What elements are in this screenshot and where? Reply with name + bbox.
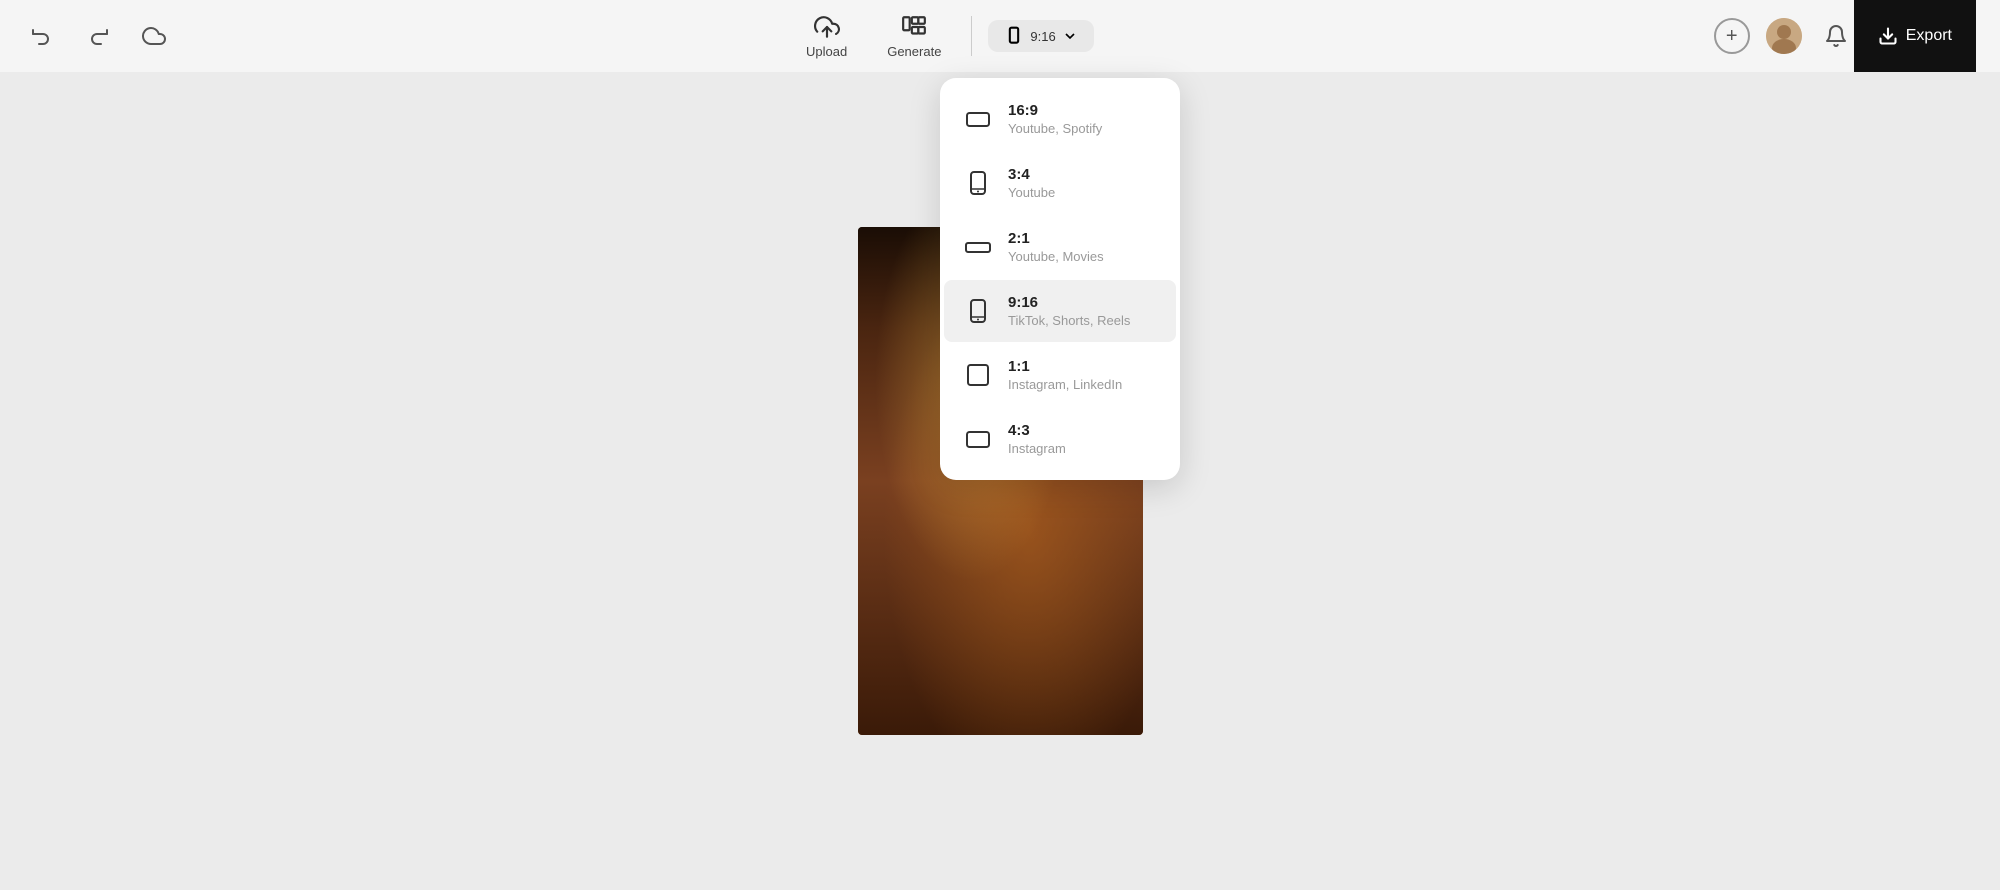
upload-label: Upload bbox=[806, 44, 847, 59]
platforms-label-9-16: TikTok, Shorts, Reels bbox=[1008, 313, 1130, 328]
save-button[interactable] bbox=[136, 18, 172, 54]
square-icon bbox=[964, 361, 992, 389]
ratio-label-4-3: 4:3 bbox=[1008, 422, 1066, 439]
platforms-label-16-9: Youtube, Spotify bbox=[1008, 121, 1102, 136]
add-button[interactable]: + bbox=[1714, 18, 1750, 54]
item-text-16-9: 16:9 Youtube, Spotify bbox=[1008, 102, 1102, 136]
item-text-3-4: 3:4 Youtube bbox=[1008, 166, 1055, 200]
platforms-label-1-1: Instagram, LinkedIn bbox=[1008, 377, 1122, 392]
upload-button[interactable]: Upload bbox=[792, 8, 861, 65]
item-text-2-1: 2:1 Youtube, Movies bbox=[1008, 230, 1104, 264]
mobile-portrait-icon bbox=[964, 297, 992, 325]
notification-button[interactable] bbox=[1818, 18, 1854, 54]
aspect-ratio-button[interactable]: 9:16 bbox=[988, 20, 1093, 52]
add-icon: + bbox=[1726, 25, 1738, 48]
aspect-ratio-icon-row: 9:16 bbox=[1004, 26, 1077, 46]
toolbar-right: + bbox=[1714, 18, 1854, 54]
undo-button[interactable] bbox=[24, 18, 60, 54]
item-text-1-1: 1:1 Instagram, LinkedIn bbox=[1008, 358, 1122, 392]
export-label: Export bbox=[1906, 27, 1952, 45]
aspect-ratio-label: 9:16 bbox=[1030, 29, 1055, 44]
toolbar-left bbox=[24, 18, 172, 54]
toolbar-center: Upload Generate 9:16 bbox=[172, 8, 1714, 65]
generate-label: Generate bbox=[887, 44, 941, 59]
item-text-9-16: 9:16 TikTok, Shorts, Reels bbox=[1008, 294, 1130, 328]
avatar[interactable] bbox=[1766, 18, 1802, 54]
ratio-label-9-16: 9:16 bbox=[1008, 294, 1130, 311]
aspect-ratio-option-2-1[interactable]: 2:1 Youtube, Movies bbox=[944, 216, 1176, 278]
platforms-label-3-4: Youtube bbox=[1008, 185, 1055, 200]
aspect-ratio-option-1-1[interactable]: 1:1 Instagram, LinkedIn bbox=[944, 344, 1176, 406]
aspect-ratio-option-4-3[interactable]: 4:3 Instagram bbox=[944, 408, 1176, 470]
aspect-ratio-option-3-4[interactable]: 3:4 Youtube bbox=[944, 152, 1176, 214]
ratio-label-1-1: 1:1 bbox=[1008, 358, 1122, 375]
portrait-icon bbox=[964, 169, 992, 197]
wide-landscape-icon bbox=[964, 233, 992, 261]
aspect-ratio-option-9-16[interactable]: 9:16 TikTok, Shorts, Reels bbox=[944, 280, 1176, 342]
generate-button[interactable]: Generate bbox=[873, 8, 955, 65]
export-button[interactable]: Export bbox=[1854, 0, 1976, 72]
toolbar: Upload Generate 9:16 bbox=[0, 0, 2000, 72]
redo-button[interactable] bbox=[80, 18, 116, 54]
toolbar-divider bbox=[971, 16, 972, 56]
platforms-label-2-1: Youtube, Movies bbox=[1008, 249, 1104, 264]
ratio-label-16-9: 16:9 bbox=[1008, 102, 1102, 119]
ratio-label-3-4: 3:4 bbox=[1008, 166, 1055, 183]
platforms-label-4-3: Instagram bbox=[1008, 441, 1066, 456]
ratio-label-2-1: 2:1 bbox=[1008, 230, 1104, 247]
aspect-ratio-option-16-9[interactable]: 16:9 Youtube, Spotify bbox=[944, 88, 1176, 150]
item-text-4-3: 4:3 Instagram bbox=[1008, 422, 1066, 456]
landscape-icon bbox=[964, 105, 992, 133]
landscape-small-icon bbox=[964, 425, 992, 453]
aspect-ratio-dropdown: 16:9 Youtube, Spotify 3:4 Youtube 2:1 Yo… bbox=[940, 78, 1180, 480]
